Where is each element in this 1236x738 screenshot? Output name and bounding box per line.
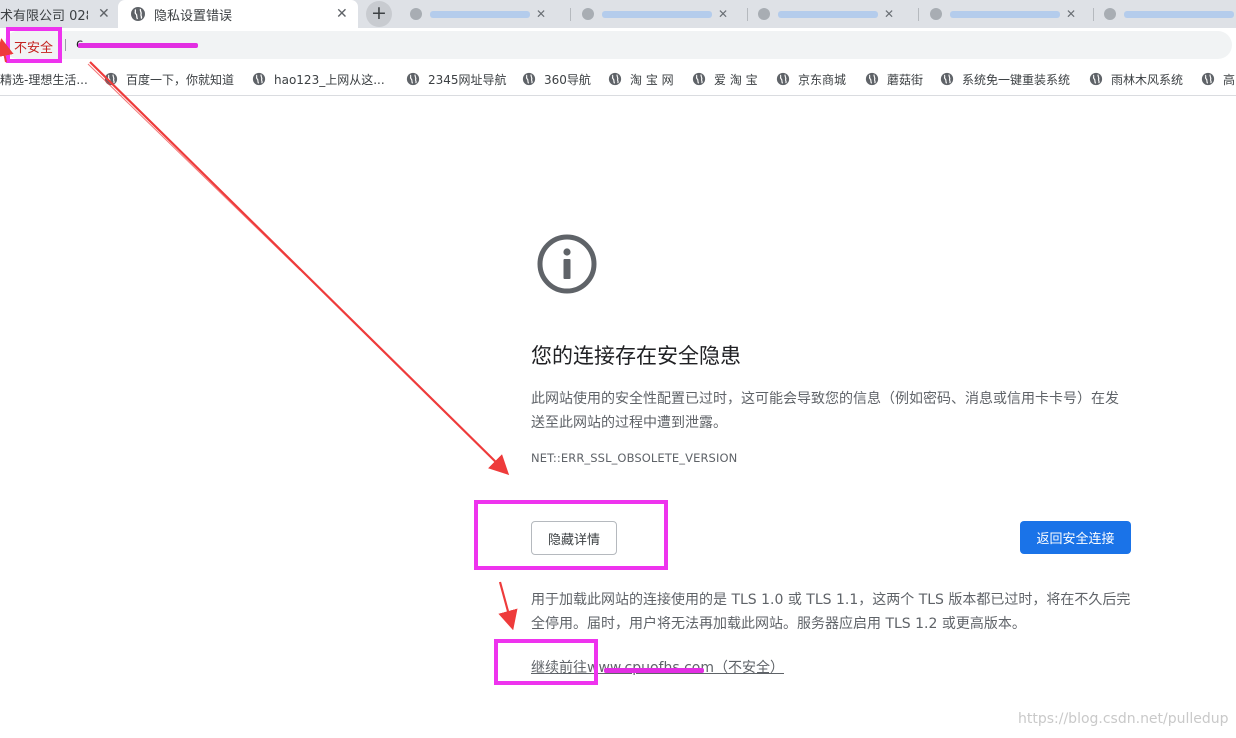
tab-separator — [747, 8, 748, 21]
tab-privacy-error[interactable]: 隐私设置错误 ✕ — [118, 0, 358, 28]
bookmark-item[interactable]: 高 — [1201, 70, 1235, 88]
tab-blurred[interactable] — [1104, 7, 1234, 21]
bookmark-label: hao123_上网从这... — [274, 72, 385, 87]
bookmarks-bar: 精选-理想生活... 百度一下，你就知道 hao123_上网从这... 2345… — [0, 62, 1236, 96]
tab-blurred[interactable]: ✕ — [410, 7, 546, 21]
error-code: NET::ERR_SSL_OBSOLETE_VERSION — [531, 451, 738, 465]
globe-icon — [522, 72, 536, 86]
bookmark-item[interactable]: 2345网址导航 — [406, 70, 507, 88]
favicon-icon — [582, 8, 594, 20]
tab-strip: 术有限公司 028- ✕ 隐私设置错误 ✕ + ✕ ✕ ✕ ✕ — [0, 0, 1236, 28]
divider — [65, 39, 66, 51]
bookmark-item[interactable]: 360导航 — [522, 70, 591, 88]
tab-blurred[interactable]: ✕ — [582, 7, 728, 21]
blurred-title — [778, 10, 878, 18]
new-tab-button[interactable]: + — [366, 1, 392, 27]
tab-separator — [918, 8, 919, 21]
favicon-icon — [410, 8, 422, 20]
tab-title: 隐私设置错误 — [154, 9, 233, 24]
back-to-safety-button[interactable]: 返回安全连接 — [1020, 521, 1131, 554]
blurred-title — [602, 10, 712, 18]
tab-blurred[interactable]: ✕ — [758, 7, 894, 21]
bookmark-item[interactable]: 淘 宝 网 — [608, 70, 674, 88]
globe-icon — [406, 72, 420, 86]
bookmark-item[interactable]: 爱 淘 宝 — [692, 70, 758, 88]
bookmark-label: 百度一下，你就知道 — [126, 72, 235, 87]
close-icon[interactable]: ✕ — [98, 6, 110, 22]
close-icon[interactable]: ✕ — [1066, 7, 1076, 21]
details-text: 用于加载此网站的连接使用的是 TLS 1.0 或 TLS 1.1，这两个 TLS… — [531, 592, 1131, 632]
close-icon[interactable]: ✕ — [718, 7, 728, 21]
bookmark-item[interactable]: 百度一下，你就知道 — [104, 70, 234, 88]
watermark: https://blog.csdn.net/pulledup — [1018, 711, 1229, 727]
globe-icon — [1089, 72, 1103, 86]
bookmark-item[interactable]: 京东商城 — [776, 70, 846, 88]
bookmark-label: 2345网址导航 — [428, 72, 507, 87]
redaction-bar-domain — [604, 668, 704, 673]
bookmark-item[interactable]: 蘑菇街 — [865, 70, 923, 88]
globe-icon — [776, 72, 790, 86]
info-circle-icon — [536, 233, 598, 295]
bookmark-label: 蘑菇街 — [887, 72, 924, 87]
bookmark-label: 高 — [1223, 72, 1236, 87]
bookmark-item[interactable]: hao123_上网从这... — [252, 70, 385, 88]
close-icon[interactable]: ✕ — [884, 7, 894, 21]
highlight-box-security — [6, 27, 62, 63]
globe-icon — [865, 72, 879, 86]
main-message: 此网站使用的安全性配置已过时，这可能会导致您的信息（例如密码、消息或信用卡卡号）… — [531, 391, 1119, 431]
close-icon[interactable]: ✕ — [536, 7, 546, 21]
arrow-to-proceed — [498, 581, 518, 631]
favicon-icon — [930, 8, 942, 20]
globe-icon — [608, 72, 622, 86]
tab-separator — [1093, 8, 1094, 21]
favicon-icon — [758, 8, 770, 20]
blurred-title — [1124, 10, 1234, 18]
tab-company[interactable]: 术有限公司 028- ✕ — [0, 0, 118, 28]
tab-separator — [570, 8, 571, 21]
bookmark-item[interactable]: 系统免一键重装系统 — [940, 70, 1070, 88]
favicon-icon — [1104, 8, 1116, 20]
globe-icon — [130, 6, 146, 26]
globe-icon — [940, 72, 954, 86]
bookmark-label: 淘 宝 网 — [630, 72, 674, 87]
bookmark-label: 360导航 — [544, 72, 591, 87]
bookmark-label: 雨林木风系统 — [1111, 72, 1184, 87]
blurred-title — [430, 10, 530, 18]
globe-icon — [692, 72, 706, 86]
highlight-box-details — [474, 500, 668, 570]
highlight-box-proceed — [494, 639, 598, 685]
bookmark-label: 京东商城 — [798, 72, 847, 87]
bookmark-item[interactable]: 精选-理想生活... — [0, 70, 88, 88]
tab-title: 术有限公司 028- — [0, 8, 88, 24]
globe-icon — [1201, 72, 1215, 86]
globe-icon — [252, 72, 266, 86]
tab-blurred[interactable]: ✕ — [930, 7, 1076, 21]
close-icon[interactable]: ✕ — [336, 6, 348, 22]
arrow-to-details — [89, 61, 510, 476]
page-title: 您的连接存在安全隐患 — [531, 344, 741, 368]
redaction-bar-url — [78, 43, 198, 48]
bookmark-label: 爱 淘 宝 — [714, 72, 758, 87]
bookmark-label: 精选-理想生活... — [0, 72, 88, 87]
globe-icon — [104, 72, 118, 86]
blurred-title — [950, 10, 1060, 18]
bookmark-label: 系统免一键重装系统 — [962, 72, 1071, 87]
bookmark-item[interactable]: 雨林木风系统 — [1089, 70, 1183, 88]
